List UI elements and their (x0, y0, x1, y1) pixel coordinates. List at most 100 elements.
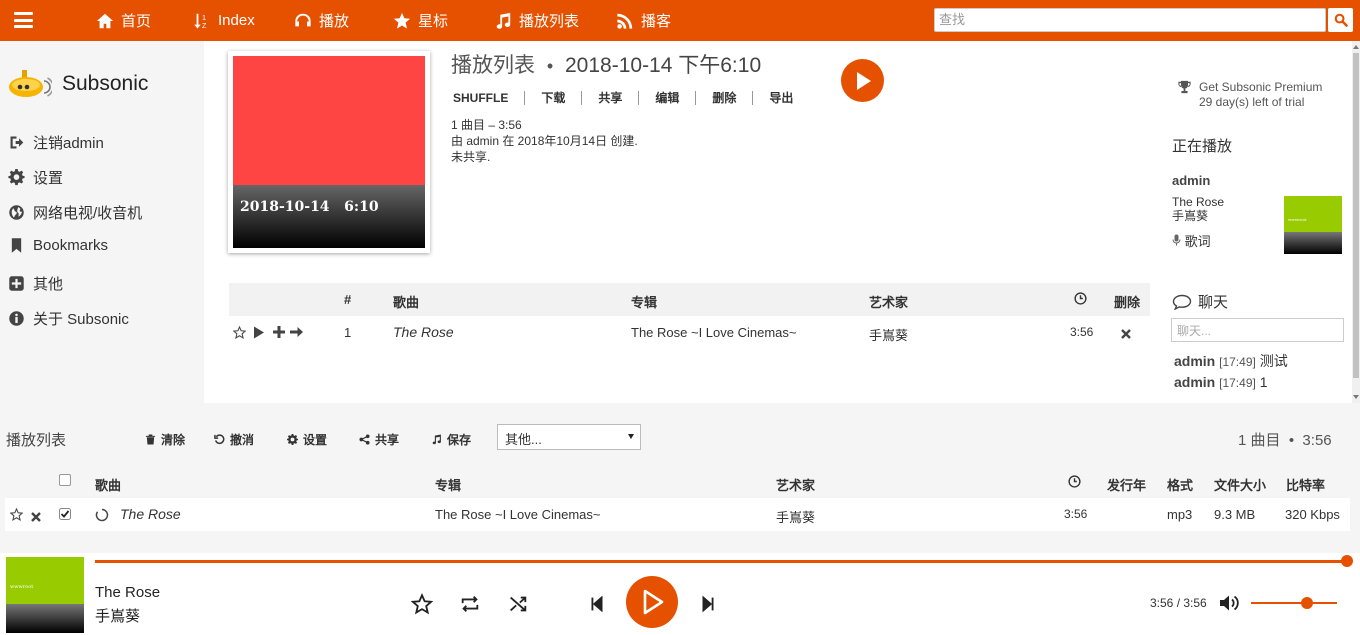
star-toggle[interactable] (9, 507, 24, 524)
now-playing-thumbnail[interactable]: wwwroot (1284, 196, 1342, 254)
music-icon (496, 12, 511, 29)
edit-button[interactable]: 编辑 (638, 91, 695, 105)
player-cover-art[interactable]: wwwroot (6, 557, 84, 633)
scroll-up-icon[interactable] (1353, 45, 1359, 49)
action-label: 撤消 (230, 433, 255, 447)
row-song[interactable]: The Rose (393, 324, 454, 340)
volume-button[interactable] (1219, 594, 1239, 615)
row-add-next-button[interactable] (290, 326, 303, 341)
col-delete: 删除 (1114, 295, 1141, 310)
play-icon (643, 589, 664, 615)
previous-button[interactable] (586, 593, 608, 615)
queue-save-button[interactable]: 保存 (431, 431, 471, 448)
clear-button[interactable]: 清除 (145, 431, 185, 448)
player-star-button[interactable] (410, 593, 434, 615)
col-artist[interactable]: 艺术家 (776, 475, 815, 494)
premium-link[interactable]: Get Subsonic Premium 29 day(s) left of t… (1177, 80, 1322, 110)
row-song[interactable]: The Rose (120, 506, 181, 522)
gear-icon (8, 169, 25, 186)
col-duration (1068, 475, 1081, 491)
app-logo[interactable]: Subsonic (8, 67, 148, 101)
export-button[interactable]: 导出 (752, 91, 809, 105)
table-row[interactable]: 1 The Rose The Rose ~I Love Cinemas~ 手嶌葵… (229, 316, 1150, 349)
row-album[interactable]: The Rose ~I Love Cinemas~ (631, 325, 796, 340)
sidebar-item-logout[interactable]: 注销admin (8, 132, 104, 153)
home-icon (96, 13, 114, 28)
sidebar-item-more[interactable]: 其他 (8, 273, 63, 294)
progress-handle[interactable] (1341, 555, 1353, 567)
row-bitrate: 320 Kbps (1285, 507, 1340, 522)
nav-home[interactable]: 首页 (96, 0, 151, 41)
queue-share-button[interactable]: 共享 (359, 431, 399, 448)
search-button[interactable] (1328, 8, 1353, 32)
nav-podcasts[interactable]: 播客 (616, 0, 671, 41)
menu-icon[interactable] (14, 12, 33, 28)
row-album[interactable]: The Rose ~I Love Cinemas~ (435, 507, 600, 522)
playlist-actions: SHUFFLE 下载 共享 编辑 删除 导出 (453, 91, 809, 105)
row-add-button[interactable] (273, 326, 285, 341)
chat-title: 聊天 (1198, 294, 1229, 311)
undo-icon (214, 434, 225, 445)
volume-slider[interactable] (1251, 602, 1337, 604)
clock-icon (1074, 292, 1087, 305)
sidebar-item-settings[interactable]: 设置 (8, 167, 63, 188)
select-all-checkbox[interactable] (59, 474, 71, 489)
download-button[interactable]: 下载 (524, 91, 581, 105)
delete-button[interactable]: 删除 (695, 91, 752, 105)
star-toggle[interactable] (232, 325, 247, 342)
progress-bar[interactable] (95, 560, 1347, 563)
action-label: 清除 (161, 433, 186, 447)
checkbox-checked-icon (59, 508, 71, 520)
volume-handle[interactable] (1300, 597, 1313, 609)
loading-spinner-icon (95, 508, 109, 525)
sidebar-item-bookmarks[interactable]: Bookmarks (8, 237, 108, 254)
play-pause-button[interactable] (626, 576, 678, 628)
main-scrollbar[interactable] (1352, 41, 1360, 403)
playlist-cover-art[interactable]: 2018-10-14 6:10 (228, 51, 430, 253)
col-album[interactable]: 专辑 (435, 475, 461, 494)
remove-button[interactable] (31, 510, 41, 525)
queue-settings-button[interactable]: 设置 (287, 431, 327, 448)
col-year[interactable]: 发行年 (1107, 475, 1146, 494)
next-button[interactable] (697, 593, 719, 615)
undo-button[interactable]: 撤消 (214, 431, 254, 448)
sidebar-item-about[interactable]: 关于 Subsonic (8, 308, 129, 329)
play-playlist-button[interactable] (841, 59, 884, 102)
scroll-thumb[interactable] (1353, 53, 1359, 378)
lyrics-link[interactable]: 歌词 (1172, 231, 1211, 250)
row-artist[interactable]: 手嶌葵 (869, 325, 908, 344)
star-outline-icon (232, 325, 247, 339)
share-icon (359, 434, 370, 445)
col-song[interactable]: 歌曲 (95, 475, 121, 494)
col-bitrate[interactable]: 比特率 (1286, 475, 1325, 494)
row-play-button[interactable] (253, 326, 265, 342)
now-playing-user: admin (1172, 173, 1211, 188)
col-size[interactable]: 文件大小 (1214, 475, 1266, 494)
shuffle-button[interactable]: SHUFFLE (453, 91, 524, 105)
shuffle-toggle-button[interactable] (507, 593, 529, 615)
col-format[interactable]: 格式 (1167, 475, 1193, 494)
row-delete-button[interactable] (1121, 327, 1131, 342)
scroll-down-icon[interactable] (1353, 395, 1359, 399)
nav-starred[interactable]: 星标 (393, 0, 448, 41)
action-label: 共享 (375, 433, 400, 447)
repeat-button[interactable] (459, 593, 481, 615)
row-num: 1 (344, 325, 352, 340)
queue-row[interactable]: The Rose The Rose ~I Love Cinemas~ 手嶌葵 3… (5, 498, 1350, 531)
sidebar-item-radio[interactable]: 网络电视/收音机 (8, 202, 142, 223)
now-playing-track[interactable]: The Rose 手嶌葵 (1172, 195, 1224, 223)
nav-label: Index (218, 12, 255, 29)
row-checkbox[interactable] (59, 508, 71, 523)
nav-playlists[interactable]: 播放列表 (494, 0, 579, 41)
more-actions-select[interactable]: 其他... (497, 424, 641, 450)
col-artist[interactable]: 艺术家 (869, 292, 908, 311)
row-artist[interactable]: 手嶌葵 (776, 507, 815, 526)
share-button[interactable]: 共享 (581, 91, 638, 105)
search-input[interactable]: 查找 (934, 8, 1326, 32)
col-album[interactable]: 专辑 (631, 292, 657, 311)
col-song[interactable]: 歌曲 (393, 292, 419, 311)
nav-index[interactable]: 1Z Index (193, 0, 255, 41)
star-icon (393, 12, 411, 29)
chat-input[interactable]: 聊天... (1171, 318, 1344, 342)
nav-play[interactable]: 播放 (294, 0, 349, 41)
